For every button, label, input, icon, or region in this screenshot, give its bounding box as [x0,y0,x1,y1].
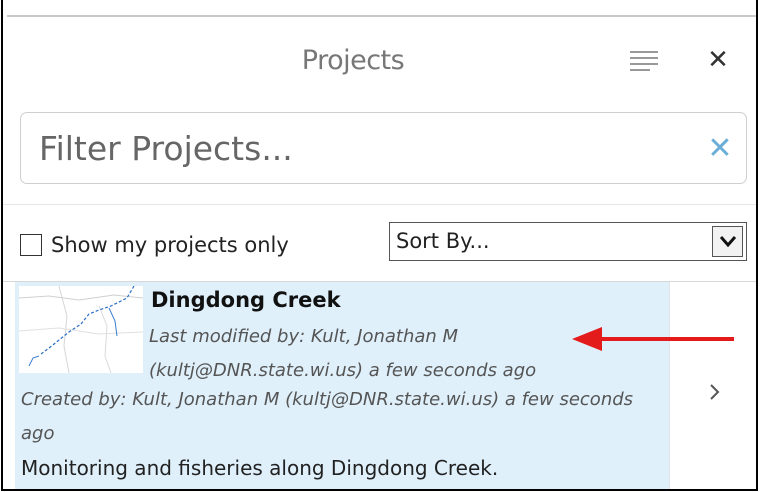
map-thumbnail-icon[interactable] [18,285,144,374]
filter-projects-input[interactable] [39,126,639,170]
projects-panel: Projects ✕ ✕ Show my projects only Sort … [1,0,758,491]
sort-by-value: Sort By... [396,229,490,253]
chevron-down-icon[interactable] [712,226,743,257]
panel-header: Projects ✕ [3,17,756,102]
sort-by-select[interactable]: Sort By... [389,222,747,261]
created-by-text: Created by: Kult, Jonathan M (kultj@DNR.… [21,389,634,444]
clear-x-icon[interactable]: ✕ [704,133,736,165]
red-arrow-icon [568,321,738,357]
close-icon[interactable]: ✕ [703,45,733,75]
show-my-projects-checkbox[interactable] [20,234,42,256]
divider [3,204,756,205]
show-my-projects-label: Show my projects only [51,233,289,257]
list-lines-icon[interactable] [630,50,660,76]
panel-title: Projects [301,45,405,76]
project-row[interactable]: Dingdong Creek Last modified by: Kult, J… [3,282,756,489]
project-card[interactable]: Dingdong Creek Last modified by: Kult, J… [15,282,669,489]
filter-box: ✕ [20,112,747,184]
project-description: Monitoring and fisheries along Dingdong … [21,456,499,480]
show-my-projects-toggle[interactable]: Show my projects only [20,228,289,262]
row-divider [669,282,670,489]
chevron-right-icon[interactable] [703,380,727,404]
project-name[interactable]: Dingdong Creek [151,288,341,312]
